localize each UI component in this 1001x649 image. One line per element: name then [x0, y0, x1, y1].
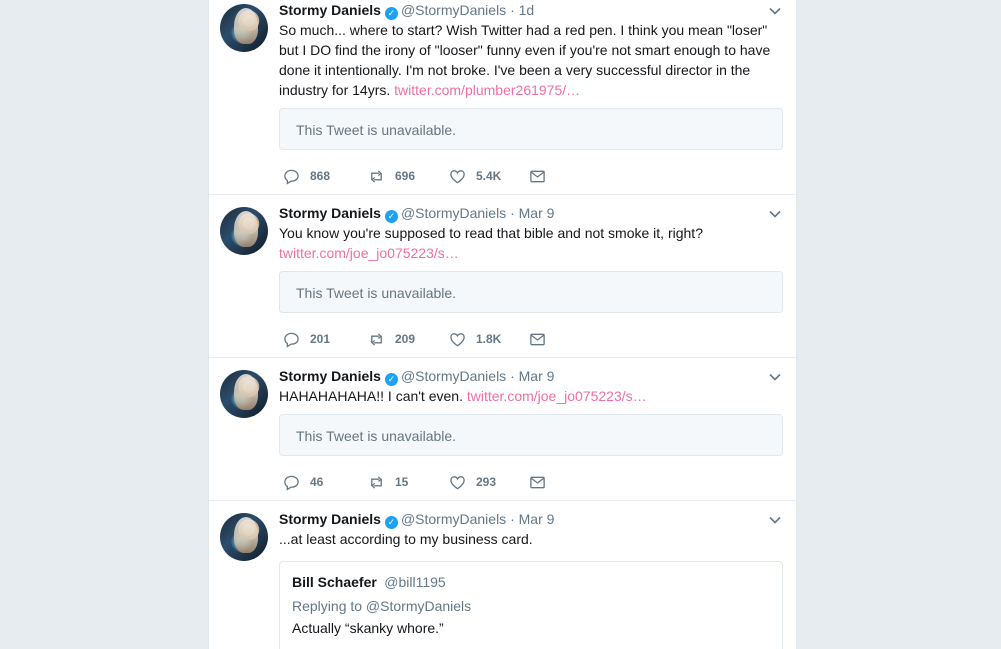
author-name[interactable]: Stormy Daniels — [279, 368, 381, 384]
author-handle[interactable]: @StormyDaniels — [401, 511, 506, 527]
reply-button[interactable]: 201 — [283, 330, 330, 348]
tweet-text: HAHAHAHAHA!! I can't even. twitter.com/j… — [279, 386, 784, 406]
tweet-header: Stormy Daniels ✓ @StormyDaniels · Mar 9 — [279, 203, 554, 223]
chevron-down-icon[interactable] — [768, 513, 782, 527]
author-name[interactable]: Stormy Daniels — [279, 511, 381, 527]
avatar[interactable] — [220, 4, 268, 52]
envelope-icon — [530, 333, 545, 345]
quoted-replying-to: Replying to @StormyDaniels — [292, 598, 472, 614]
author-name[interactable]: Stormy Daniels — [279, 2, 381, 18]
envelope-icon — [530, 170, 545, 182]
reply-icon — [284, 169, 299, 185]
author-name[interactable]: Stormy Daniels — [279, 205, 381, 221]
separator: · — [510, 511, 515, 527]
reply-button[interactable]: 868 — [283, 167, 330, 185]
retweet-button[interactable]: 15 — [368, 473, 408, 491]
retweet-icon — [371, 475, 382, 489]
reply-icon — [284, 475, 299, 491]
tweet[interactable]: Stormy Daniels ✓ @StormyDaniels · 1d So mu… — [209, 0, 796, 195]
reply-icon — [284, 332, 299, 348]
retweet-count: 209 — [395, 332, 416, 346]
tweet-timestamp[interactable]: Mar 9 — [519, 205, 555, 221]
reply-count: 201 — [310, 332, 331, 346]
author-handle[interactable]: @StormyDaniels — [401, 205, 506, 221]
tweet-timestamp[interactable]: Mar 9 — [519, 368, 555, 384]
unavailable-quote: This Tweet is unavailable. — [279, 414, 783, 456]
separator: · — [510, 368, 515, 384]
like-count: 1.8K — [476, 332, 502, 346]
tweet-body: You know you're supposed to read that bi… — [279, 225, 703, 241]
chevron-down-icon[interactable] — [768, 207, 782, 221]
separator: · — [510, 2, 515, 18]
unavailable-quote: This Tweet is unavailable. — [279, 108, 783, 150]
quoted-author-name: Bill Schaefer — [292, 574, 377, 590]
like-button[interactable]: 1.8K — [449, 330, 501, 348]
like-count: 5.4K — [476, 169, 502, 183]
retweet-count: 15 — [395, 475, 409, 489]
retweet-icon — [371, 169, 382, 183]
verified-badge-icon: ✓ — [384, 516, 398, 529]
dm-button[interactable] — [529, 167, 546, 185]
unavailable-quote: This Tweet is unavailable. — [279, 271, 783, 313]
heart-icon — [450, 475, 465, 489]
heart-icon — [450, 169, 465, 183]
reply-count: 868 — [310, 169, 331, 183]
heart-icon — [450, 332, 465, 346]
separator: · — [510, 205, 515, 221]
tweet-timestamp[interactable]: 1d — [519, 2, 535, 18]
author-handle[interactable]: @StormyDaniels — [401, 2, 506, 18]
author-handle[interactable]: @StormyDaniels — [401, 368, 506, 384]
retweet-icon — [371, 332, 382, 346]
tweet-header: Stormy Daniels ✓ @StormyDaniels · 1d — [279, 0, 534, 20]
like-count: 293 — [476, 475, 497, 489]
avatar[interactable] — [220, 513, 268, 561]
quoted-author-handle: @bill1195 — [384, 574, 446, 590]
dm-button[interactable] — [529, 473, 546, 491]
tweet-header: Stormy Daniels ✓ @StormyDaniels · Mar 9 — [279, 366, 554, 386]
tweet-body: ...at least according to my business car… — [279, 531, 533, 547]
envelope-icon — [530, 476, 545, 488]
tweet-body: HAHAHAHAHA!! I can't even. — [279, 388, 463, 404]
quoted-tweet[interactable]: Bill Schaefer @bill1195 Replying to @Sto… — [279, 561, 783, 649]
tweet-link[interactable]: twitter.com/joe_jo075223/s… — [467, 388, 647, 404]
reply-count: 46 — [310, 475, 324, 489]
tweet-text: You know you're supposed to read that bi… — [279, 223, 784, 263]
chevron-down-icon[interactable] — [768, 4, 782, 18]
chevron-down-icon[interactable] — [768, 370, 782, 384]
reply-button[interactable]: 46 — [283, 473, 323, 491]
verified-badge-icon: ✓ — [384, 373, 398, 386]
tweet-text: So much... where to start? Wish Twitter … — [279, 20, 784, 100]
retweet-button[interactable]: 209 — [368, 330, 415, 348]
like-button[interactable]: 5.4K — [449, 167, 501, 185]
avatar[interactable] — [220, 370, 268, 418]
retweet-button[interactable]: 696 — [368, 167, 415, 185]
verified-badge-icon: ✓ — [384, 7, 398, 20]
tweet[interactable]: Stormy Daniels ✓ @StormyDaniels · Mar 9 Yo… — [209, 195, 796, 358]
tweet-timestamp[interactable]: Mar 9 — [519, 511, 555, 527]
tweet[interactable]: Stormy Daniels ✓ @StormyDaniels · Mar 9 HA… — [209, 358, 796, 501]
dm-button[interactable] — [529, 330, 546, 348]
avatar[interactable] — [220, 207, 268, 255]
timeline: Stormy Daniels ✓ @StormyDaniels · 1d So mu… — [208, 0, 797, 649]
tweet[interactable]: Stormy Daniels ✓ @StormyDaniels · Mar 9 ..… — [209, 501, 796, 649]
tweet-header: Stormy Daniels ✓ @StormyDaniels · Mar 9 — [279, 509, 554, 529]
tweet-text: ...at least according to my business car… — [279, 529, 784, 549]
retweet-count: 696 — [395, 169, 416, 183]
like-button[interactable]: 293 — [449, 473, 496, 491]
quoted-tweet-text: Actually “skanky whore.” — [292, 620, 444, 636]
tweet-link[interactable]: twitter.com/plumber261975/… — [394, 82, 580, 98]
tweet-link[interactable]: twitter.com/joe_jo075223/s… — [279, 243, 784, 263]
verified-badge-icon: ✓ — [384, 210, 398, 223]
